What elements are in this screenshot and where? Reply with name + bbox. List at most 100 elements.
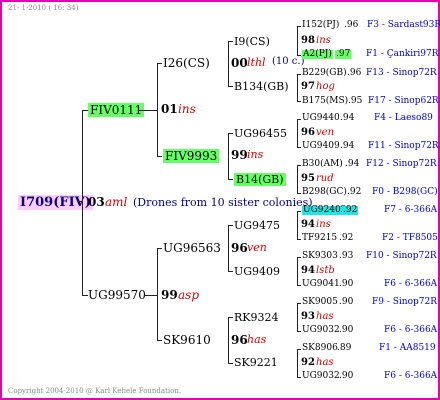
connector	[297, 303, 298, 331]
gggp-ref: F12 - Sinop72R	[366, 159, 437, 169]
ggp-breeder: ins	[316, 219, 331, 230]
gggp-name[interactable]: UG9409	[302, 142, 340, 151]
gggp-name[interactable]: SK8906	[302, 344, 338, 353]
connector	[297, 211, 298, 239]
gggp-value: .94	[345, 159, 360, 169]
grandparent-breeder: ven	[247, 241, 267, 254]
connector	[228, 363, 233, 364]
connector	[297, 74, 301, 75]
connector	[297, 377, 301, 378]
connector	[157, 248, 162, 249]
gggp-value: .93	[339, 251, 354, 261]
gggp-name[interactable]: B30(AM)	[302, 160, 343, 169]
ggp-queen-name[interactable]: I9(CS)	[234, 36, 270, 47]
gggp-value: .90	[339, 371, 354, 381]
gggp-value: .92	[347, 187, 362, 197]
ggp-breeder: lstb	[316, 265, 335, 276]
connector	[297, 147, 301, 148]
gggp-value: .90	[339, 279, 354, 289]
connector	[297, 193, 301, 194]
parent-queen-name[interactable]: FIV0111	[88, 103, 145, 117]
gggp-name[interactable]: B229(GB)	[302, 69, 347, 78]
gggp-ref: F1 - Çankiri97R	[366, 49, 439, 59]
root-year: 03	[88, 195, 105, 209]
gggp-ref: F17 - Sinop62R	[368, 96, 439, 106]
connector	[228, 133, 233, 134]
connector	[297, 303, 301, 304]
gggp-name[interactable]: A2(PJ)	[302, 50, 333, 59]
connector	[144, 295, 158, 296]
gggp-value: .95	[348, 96, 363, 106]
connector	[297, 55, 301, 56]
connector	[228, 133, 229, 179]
ggp-queen-name[interactable]: RK9324	[234, 312, 279, 323]
connector	[157, 248, 158, 340]
ggp-breeder: hog	[316, 81, 335, 92]
connector	[297, 165, 301, 166]
gggp-ref: F1 - AA8519	[379, 343, 436, 353]
gggp-name[interactable]: B298(GC)	[302, 188, 347, 197]
connector	[157, 156, 162, 157]
grandparent-queen-name[interactable]: SK9610	[163, 334, 211, 346]
gggp-name[interactable]: B175(MS)	[302, 97, 348, 106]
ggp-queen-name[interactable]: B134(GB)	[234, 81, 289, 92]
ggp-year: 94	[301, 265, 315, 276]
gggp-value: .92	[339, 233, 354, 243]
connector	[297, 285, 301, 286]
connector	[228, 86, 233, 87]
gggp-name[interactable]: UG9032	[302, 372, 340, 381]
connector	[78, 201, 83, 202]
gggp-name[interactable]: UG9440	[302, 114, 340, 123]
grandparent-breeder: has	[247, 333, 267, 346]
gggp-name[interactable]: UG92402	[302, 206, 348, 215]
ggp-queen-name[interactable]: UG96455	[234, 128, 287, 139]
gggp-name[interactable]: UG9032	[302, 326, 340, 335]
gggp-value: .96	[344, 20, 359, 30]
connector	[228, 179, 233, 180]
grandparent-queen-name[interactable]: UG96563	[163, 242, 221, 254]
ggp-year: 94	[301, 219, 315, 230]
grandparent-year: 00	[231, 56, 248, 70]
grandparent-breeder: ins	[247, 148, 264, 161]
ggp-breeder: ven	[316, 127, 335, 138]
gggp-value: .89	[337, 343, 352, 353]
gggp-ref: F0 - B298(GC)	[372, 187, 438, 197]
connector	[138, 110, 158, 111]
gggp-value: .90	[339, 325, 354, 335]
connector	[297, 26, 298, 55]
ggp-queen-name[interactable]: UG9409	[234, 266, 280, 277]
gggp-name[interactable]: TF9215	[302, 234, 337, 243]
connector	[297, 119, 298, 147]
gggp-name[interactable]: SK9303	[302, 252, 338, 261]
ggp-queen-name[interactable]: B14(GB)	[234, 173, 286, 186]
grandparent-queen-name[interactable]: I26(CS)	[163, 57, 210, 69]
connector	[297, 257, 298, 285]
gggp-value: .90	[339, 297, 354, 307]
connector	[297, 211, 301, 212]
ggp-year: 93	[301, 311, 315, 322]
gggp-ref: F7 - 6-366A	[384, 205, 438, 215]
connector	[297, 257, 301, 258]
grandparent-queen-name[interactable]: FIV9993	[163, 149, 220, 163]
parent-breeder: ins	[178, 102, 196, 116]
gggp-value: .96	[347, 68, 362, 78]
gggp-name[interactable]: I152(PJ)	[302, 21, 339, 30]
ggp-year: 96	[301, 127, 315, 138]
grandparent-note: (10 c.)	[272, 56, 305, 67]
copyright: Copyright 2004-2010 @ Karl Kehele Founda…	[8, 387, 182, 395]
ggp-queen-name[interactable]: UG9475	[234, 220, 280, 231]
gggp-name[interactable]: SK9005	[302, 298, 338, 307]
parent-queen-name[interactable]: UG99570	[88, 289, 146, 301]
timestamp: 21- 1-2010 ( 16: 34)	[8, 4, 79, 12]
gggp-value: .97	[335, 49, 352, 59]
ggp-year: 97	[301, 81, 315, 92]
ggp-queen-name[interactable]: SK9221	[234, 357, 278, 368]
connector	[228, 41, 229, 86]
gggp-ref: F13 - Sinop72R	[366, 68, 437, 78]
connector	[228, 317, 233, 318]
connector	[297, 165, 298, 193]
gggp-name[interactable]: UG9041	[302, 280, 340, 289]
gggp-ref: F6 - 6-366A	[384, 279, 438, 289]
gggp-value: .94	[340, 141, 355, 151]
grandparent-year: 99	[231, 148, 248, 162]
